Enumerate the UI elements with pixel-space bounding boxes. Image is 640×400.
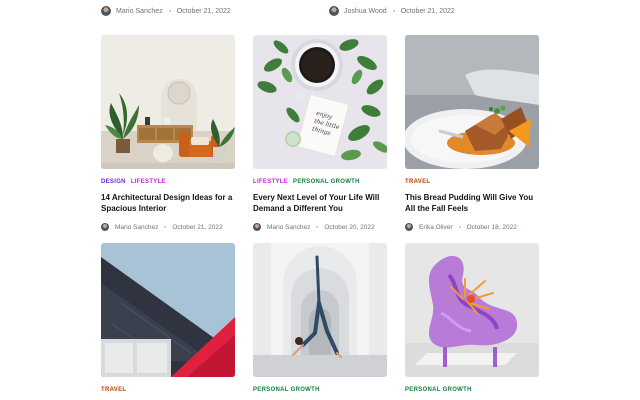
post-tags: PERSONAL GROWTH [405, 387, 539, 393]
meta-separator [458, 226, 461, 228]
post-tags: LIFESTYLE PERSONAL GROWTH [253, 179, 387, 185]
post-card[interactable]: TRAVEL [101, 243, 235, 393]
post-tags: DESIGN LIFESTYLE [101, 179, 235, 185]
post-tags: TRAVEL [101, 387, 235, 393]
post-thumbnail[interactable] [101, 243, 235, 377]
post-meta: Mario Sanchez October 20, 2022 [253, 223, 387, 231]
post-date: October 18, 2022 [466, 223, 517, 231]
tag-link[interactable]: PERSONAL GROWTH [405, 387, 472, 393]
tag-link[interactable]: TRAVEL [405, 179, 430, 185]
architecture-image [101, 243, 235, 377]
coffee-image: enjoy the little things [253, 35, 387, 169]
post-meta: Erika Oliver October 18, 2022 [405, 223, 539, 231]
post-meta: Joshua Wood October 21, 2022 [329, 6, 455, 16]
tag-link[interactable]: DESIGN [101, 179, 126, 185]
interior-image [101, 35, 235, 169]
post-card[interactable]: PERSONAL GROWTH [405, 243, 539, 393]
post-date: October 21, 2022 [172, 223, 223, 231]
author-name[interactable]: Mario Sanchez [115, 224, 158, 231]
author-name[interactable]: Erika Oliver [419, 224, 453, 231]
author-name[interactable]: Mario Sanchez [267, 224, 310, 231]
post-date: October 21, 2022 [400, 7, 455, 15]
post-title[interactable]: 14 Architectural Design Ideas for a Spac… [101, 192, 235, 214]
author-name[interactable]: Joshua Wood [344, 8, 387, 15]
post-card[interactable]: TRAVEL This Bread Pudding Will Give You … [405, 35, 539, 231]
author-avatar[interactable] [253, 223, 261, 231]
post-thumbnail[interactable]: enjoy the little things [253, 35, 387, 169]
author-avatar[interactable] [101, 6, 111, 16]
post-meta: Mario Sanchez October 21, 2022 [101, 6, 231, 16]
meta-separator [168, 10, 171, 12]
post-card[interactable]: DESIGN LIFESTYLE 14 Architectural Design… [101, 35, 235, 231]
post-thumbnail[interactable] [405, 243, 539, 377]
tag-link[interactable]: LIFESTYLE [253, 179, 288, 185]
food-image [405, 35, 539, 169]
post-card[interactable]: PERSONAL GROWTH [253, 243, 387, 393]
post-title[interactable]: This Bread Pudding Will Give You All the… [405, 192, 539, 214]
post-card[interactable]: enjoy the little things LIFESTYLE PERSON… [253, 35, 387, 231]
author-avatar[interactable] [101, 223, 109, 231]
meta-separator [164, 226, 167, 228]
post-meta: Mario Sanchez October 21, 2022 [101, 223, 235, 231]
tag-link[interactable]: PERSONAL GROWTH [293, 179, 360, 185]
post-thumbnail[interactable] [405, 35, 539, 169]
post-tags: TRAVEL [405, 179, 539, 185]
sculpture-image [405, 243, 539, 377]
author-avatar[interactable] [405, 223, 413, 231]
author-avatar[interactable] [329, 6, 339, 16]
author-name[interactable]: Mario Sanchez [116, 8, 163, 15]
tag-link[interactable]: PERSONAL GROWTH [253, 387, 320, 393]
yoga-image [253, 243, 387, 377]
post-tags: PERSONAL GROWTH [253, 387, 387, 393]
post-thumbnail[interactable] [253, 243, 387, 377]
tag-link[interactable]: TRAVEL [101, 387, 126, 393]
meta-separator [392, 10, 395, 12]
meta-separator [316, 226, 319, 228]
tag-link[interactable]: LIFESTYLE [131, 179, 166, 185]
post-thumbnail[interactable] [101, 35, 235, 169]
post-date: October 21, 2022 [176, 7, 231, 15]
post-date: October 20, 2022 [324, 223, 375, 231]
post-title[interactable]: Every Next Level of Your Life Will Deman… [253, 192, 387, 214]
